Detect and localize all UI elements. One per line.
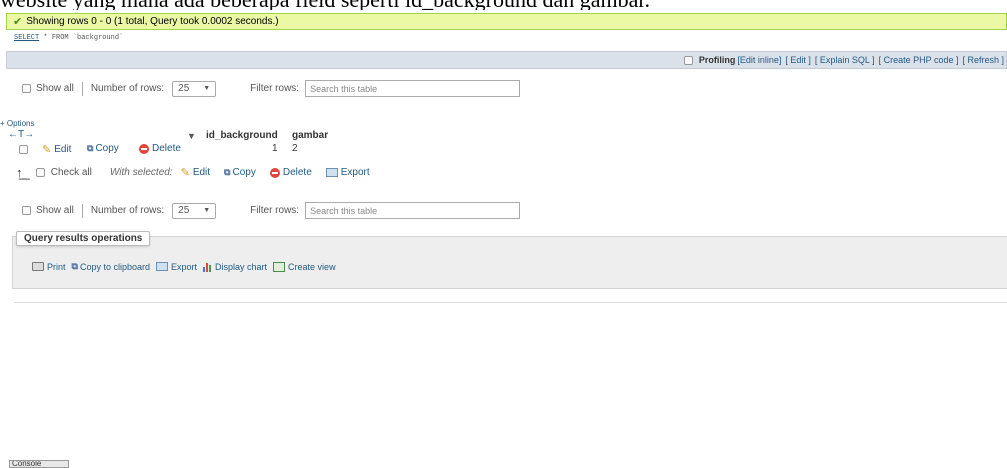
nav-divider-top: [81, 81, 83, 96]
show-all-label-top: Show all: [36, 83, 74, 94]
delete-icon: [139, 143, 149, 154]
show-all-label-bottom: Show all: [36, 205, 74, 216]
chevron-down-icon: ▼: [203, 85, 211, 92]
create-php-code-link[interactable]: [ Create PHP code ]: [879, 55, 959, 65]
bulk-actions: ↑̲_ Check all With selected: ✎ Edit ⧉ Co…: [16, 164, 370, 180]
print-link[interactable]: Print: [32, 262, 66, 272]
operations-links: Print ⧉ Copy to clipboard Export Display…: [32, 261, 342, 272]
success-message-text: Showing rows 0 - 0 (1 total, Query took …: [26, 16, 279, 27]
sql-query-display: SELECT * FROM `background`: [14, 34, 123, 42]
section-divider: [14, 302, 1007, 303]
copy-to-clipboard-label: Copy to clipboard: [79, 261, 150, 272]
query-results-operations-title: Query results operations: [16, 231, 151, 246]
with-selected-label: With selected:: [109, 167, 173, 178]
rows-select-value-top: 25: [178, 83, 190, 94]
success-check-icon: ✔: [13, 16, 23, 28]
rows-label-bottom: Number of rows:: [90, 205, 165, 216]
bulk-delete-button[interactable]: Delete: [269, 167, 312, 178]
export-label: Export: [171, 261, 198, 272]
bulk-edit-button[interactable]: ✎ Edit: [181, 166, 210, 179]
filter-label-top: Filter rows:: [250, 83, 300, 94]
row-delete-label: Delete: [152, 143, 181, 154]
row-edit-button[interactable]: ✎ Edit: [42, 143, 71, 156]
navigation-top: Show all Number of rows: 25 ▼ Filter row…: [22, 80, 521, 97]
options-toggle[interactable]: + Options: [0, 119, 34, 128]
copy-icon: ⧉: [87, 143, 94, 153]
filter-label-bottom: Filter rows:: [250, 205, 300, 216]
delete-icon: [269, 167, 280, 178]
bulk-copy-label: Copy: [232, 167, 256, 178]
column-header-id-background[interactable]: id_background: [206, 130, 278, 141]
rows-select-top[interactable]: 25 ▼: [172, 80, 217, 97]
column-header-gambar[interactable]: gambar: [292, 130, 328, 141]
display-chart-label: Display chart: [215, 261, 268, 272]
export-icon: [156, 262, 168, 271]
check-all-label[interactable]: Check all: [51, 167, 92, 178]
show-all-checkbox-top[interactable]: [22, 84, 31, 93]
export-link[interactable]: Export: [156, 262, 197, 272]
show-all-checkbox-bottom[interactable]: [22, 206, 31, 215]
profiling-bar: Profiling [Edit inline] [ Edit ] [ Expla…: [6, 51, 1007, 69]
copy-icon: ⧉: [71, 261, 79, 271]
table-row: ✎ Edit ⧉ Copy Delete 1 2: [0, 143, 1007, 157]
document-overlay-text: website yang mana ada beberapa field sep…: [0, 0, 1007, 10]
filter-rows-input-bottom[interactable]: [305, 202, 521, 219]
refresh-link[interactable]: [ Refresh ]: [962, 55, 1004, 65]
row-copy-button[interactable]: ⧉ Copy: [87, 143, 119, 154]
console-tab[interactable]: Console: [9, 460, 69, 468]
bulk-edit-label: Edit: [192, 167, 211, 178]
copy-icon: ⧉: [224, 167, 231, 177]
chevron-down-icon: ▼: [203, 207, 211, 214]
edit-query-link[interactable]: [ Edit ]: [785, 55, 811, 65]
cell-id-background: 1: [272, 143, 278, 154]
bar-chart-icon: [203, 262, 212, 272]
bulk-export-label: Export: [340, 167, 370, 178]
cell-gambar: 2: [292, 143, 298, 154]
rows-select-bottom[interactable]: 25 ▼: [172, 202, 217, 219]
row-edit-label: Edit: [54, 144, 72, 155]
sort-dropdown-icon[interactable]: ▼: [187, 131, 196, 141]
row-delete-button[interactable]: Delete: [139, 143, 181, 154]
display-chart-link[interactable]: Display chart: [203, 262, 267, 272]
printer-icon: [32, 262, 44, 271]
row-copy-label: Copy: [95, 143, 119, 154]
row-checkbox[interactable]: [19, 145, 28, 154]
export-icon: [325, 168, 338, 177]
print-label: Print: [47, 261, 66, 272]
column-arrows[interactable]: ←T→: [8, 129, 34, 140]
navigation-bottom: Show all Number of rows: 25 ▼ Filter row…: [22, 202, 521, 219]
copy-to-clipboard-link[interactable]: ⧉ Copy to clipboard: [72, 261, 150, 272]
create-view-label: Create view: [288, 261, 336, 272]
profiling-checkbox[interactable]: [683, 55, 693, 65]
filter-rows-input-top[interactable]: [305, 80, 521, 97]
success-message: ✔ Showing rows 0 - 0 (1 total, Query too…: [6, 13, 1007, 30]
nav-divider-bottom: [81, 203, 83, 218]
explain-sql-link[interactable]: [ Explain SQL ]: [815, 55, 875, 65]
rows-select-value-bottom: 25: [178, 205, 190, 216]
profiling-label: Profiling: [698, 55, 736, 65]
bulk-copy-button[interactable]: ⧉ Copy: [224, 167, 256, 178]
bulk-delete-label: Delete: [282, 167, 312, 178]
sql-keyword-link[interactable]: SELECT: [14, 34, 39, 42]
edit-inline-link[interactable]: [Edit inline]: [737, 55, 781, 65]
pencil-icon: ✎: [180, 167, 190, 179]
check-all-arrow-icon: ↑̲_: [16, 164, 30, 180]
check-all-checkbox[interactable]: [35, 168, 45, 177]
bulk-export-button[interactable]: Export: [325, 167, 370, 178]
sql-query-rest: * FROM `background`: [39, 34, 124, 42]
create-view-link[interactable]: Create view: [273, 261, 336, 272]
create-view-icon: [273, 261, 286, 272]
pencil-icon: ✎: [42, 144, 52, 156]
rows-label-top: Number of rows:: [90, 83, 165, 94]
